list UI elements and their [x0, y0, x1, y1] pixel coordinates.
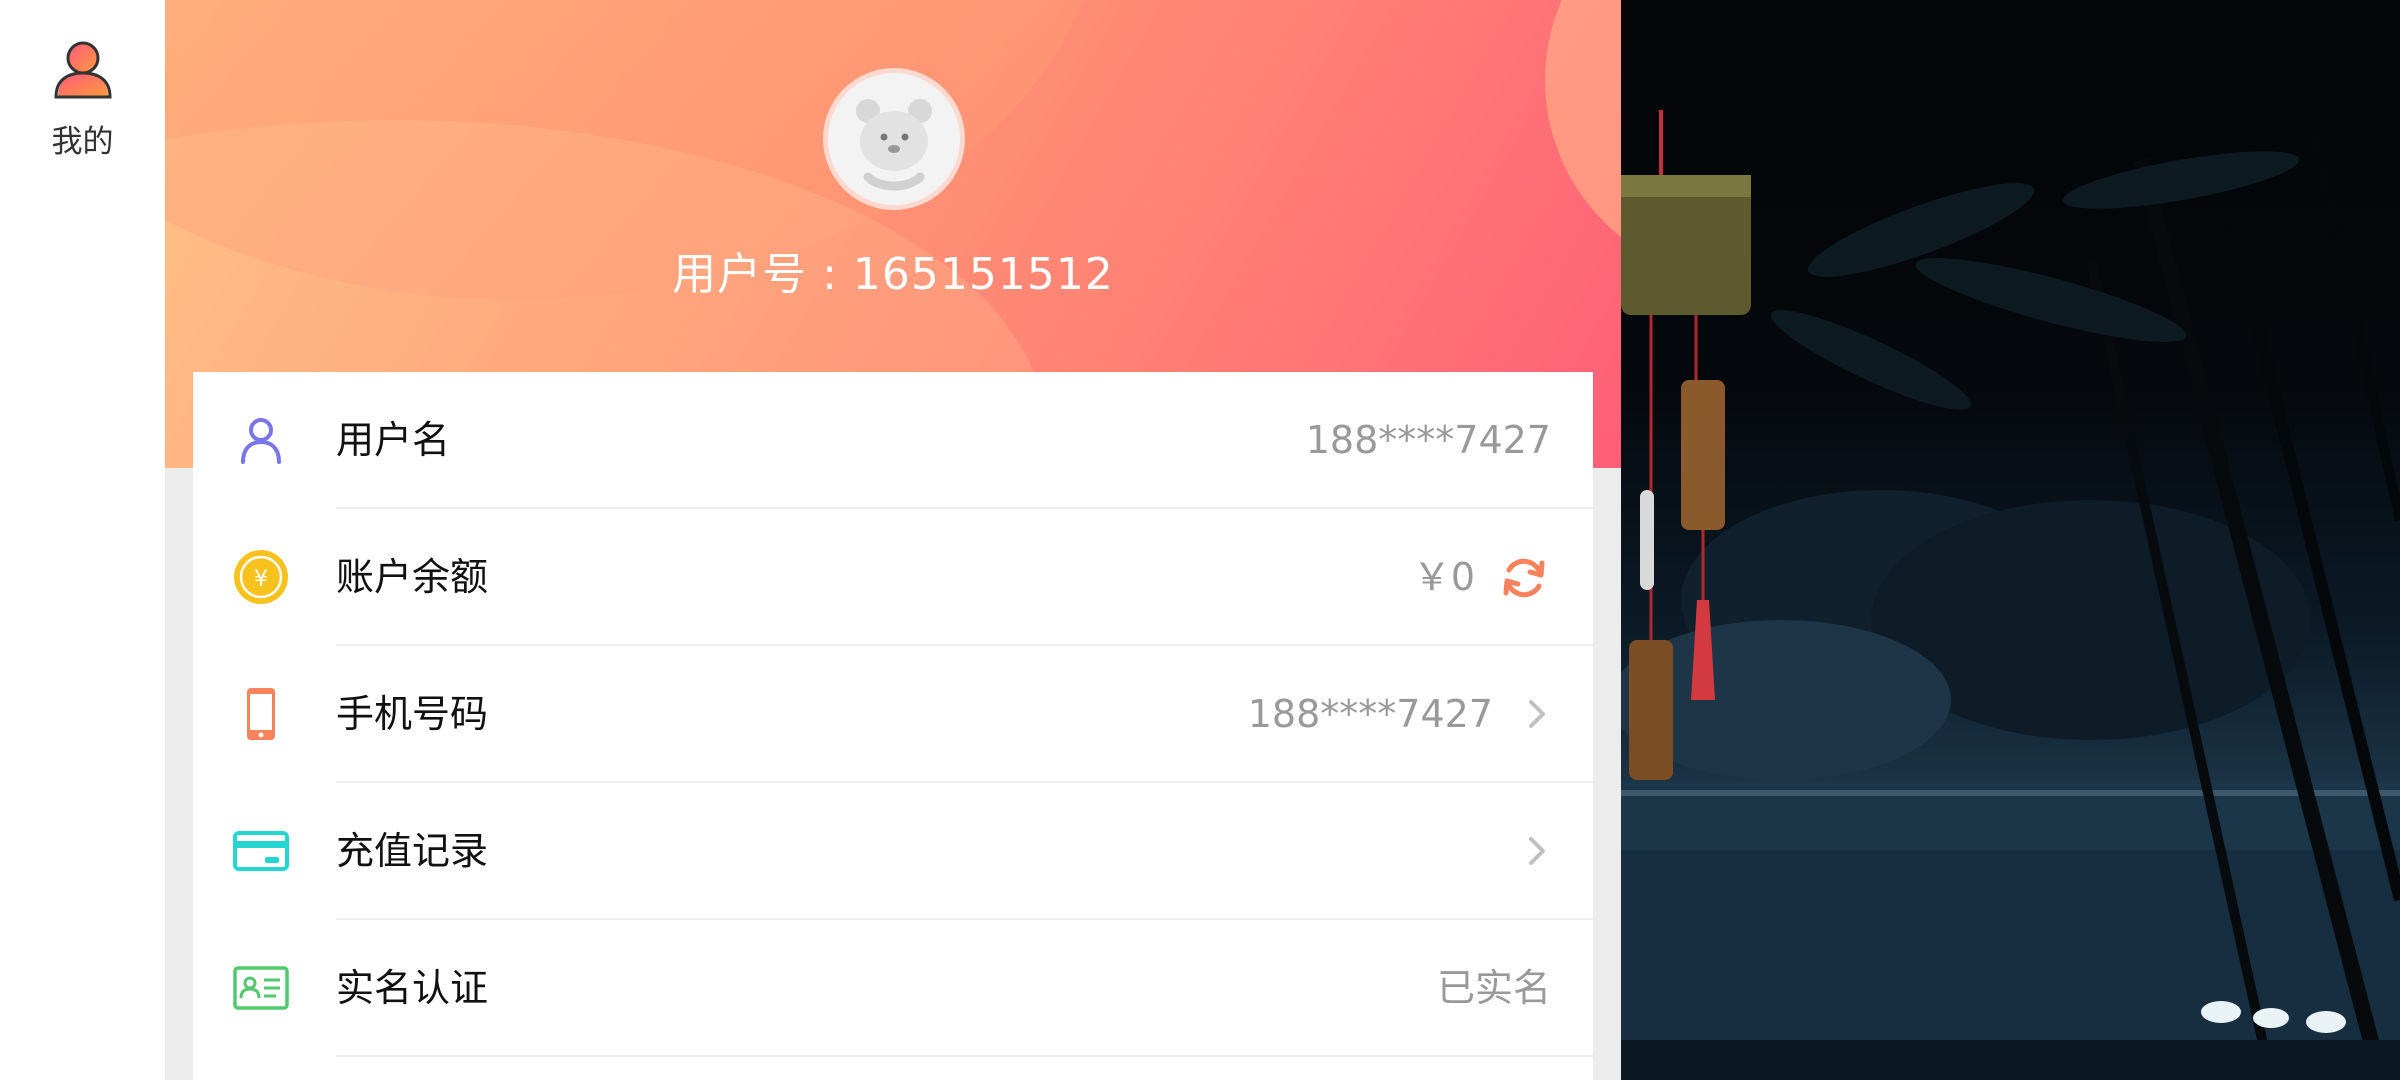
row-phone-value: 188****7427 — [1247, 692, 1493, 736]
refresh-icon[interactable] — [1499, 553, 1549, 603]
floating-drag-handle[interactable] — [1640, 490, 1654, 590]
user-id-text: 用户号 : 165151512 — [672, 249, 1114, 300]
row-real-name-value: 已实名 — [1436, 966, 1551, 1010]
row-phone[interactable]: 手机号码 188****7427 — [193, 646, 1593, 783]
id-card-icon — [233, 966, 289, 1010]
svg-text:¥: ¥ — [254, 567, 268, 592]
chevron-right-icon — [1529, 837, 1545, 865]
row-username-value: 188****7427 — [1305, 418, 1551, 462]
row-username[interactable]: 用户名 188****7427 — [193, 372, 1593, 509]
row-balance-label: 账户余额 — [336, 555, 489, 599]
row-phone-label: 手机号码 — [336, 692, 489, 736]
divider — [336, 1055, 1593, 1057]
phone-icon — [247, 688, 275, 740]
row-username-label: 用户名 — [336, 418, 451, 462]
game-background-scene — [1621, 0, 2400, 1080]
profile-panel: 用户号 : 165151512 用户名 188****7427 ¥ 账户余额 ￥… — [165, 0, 1621, 1080]
bamboo-lake-illustration — [1621, 110, 2400, 1080]
card-icon — [233, 831, 289, 871]
row-recharge-record-label: 充值记录 — [336, 829, 489, 873]
row-recharge-record[interactable]: 充值记录 — [193, 783, 1593, 920]
account-info-card: 用户名 188****7427 ¥ 账户余额 ￥0 手机号码 188****74… — [193, 372, 1593, 1080]
row-balance[interactable]: ¥ 账户余额 ￥0 — [193, 509, 1593, 646]
row-balance-value: ￥0 — [1412, 555, 1475, 599]
user-outline-icon — [241, 418, 281, 464]
yen-coin-icon: ¥ — [234, 550, 288, 604]
chevron-right-icon — [1529, 700, 1545, 728]
tab-mine-label: 我的 — [51, 124, 114, 160]
user-icon — [53, 41, 112, 99]
row-real-name[interactable]: 实名认证 已实名 — [193, 920, 1593, 1057]
bear-avatar-icon — [828, 73, 960, 205]
avatar[interactable] — [823, 68, 965, 210]
tab-mine[interactable]: 我的 — [0, 30, 165, 180]
side-nav: 我的 — [0, 0, 165, 1080]
row-real-name-label: 实名认证 — [336, 966, 489, 1010]
